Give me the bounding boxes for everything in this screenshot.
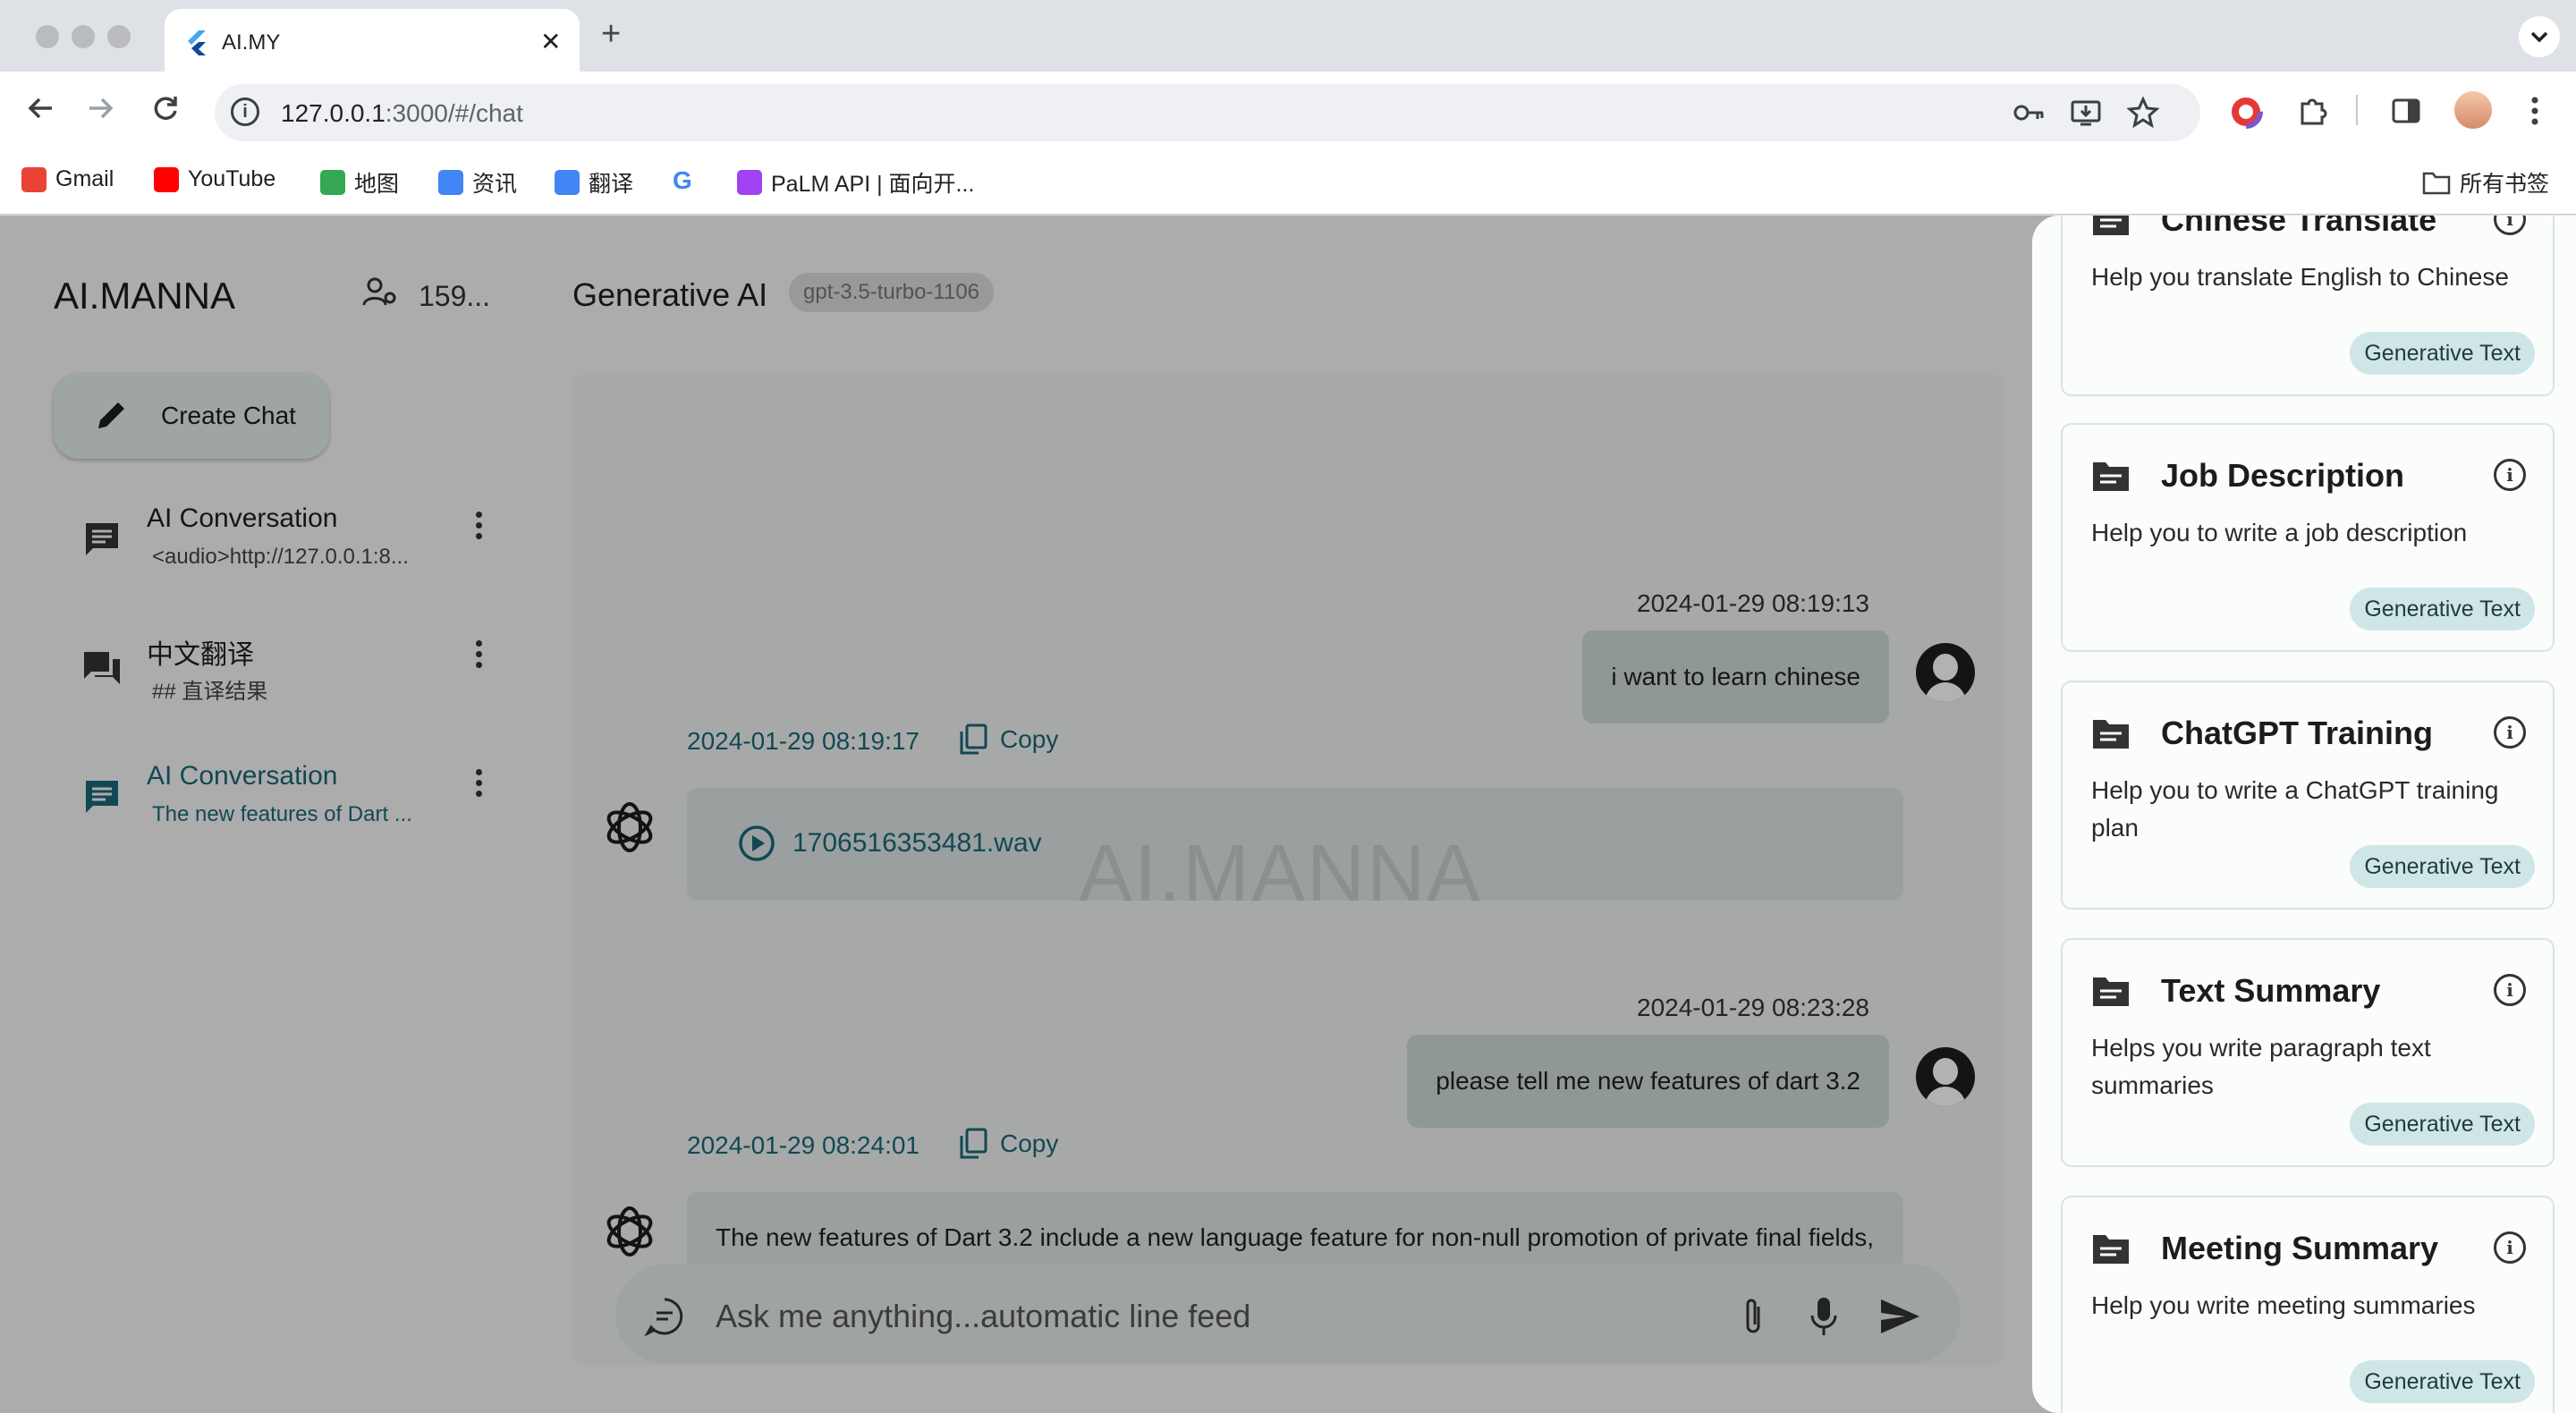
window-minimize-dot[interactable]: [72, 25, 95, 48]
gmail-icon: [21, 166, 47, 192]
document-icon: [2093, 462, 2129, 491]
info-icon[interactable]: i: [2494, 216, 2526, 235]
document-icon: [2093, 977, 2129, 1006]
prompt-card[interactable]: Chinese Translate i Help you translate E…: [2061, 216, 2555, 396]
prompt-description: Help you to write a job description: [2091, 519, 2468, 546]
prompt-card[interactable]: Job Description i Help you to write a jo…: [2061, 423, 2555, 652]
prompt-tag: Generative Text: [2350, 1103, 2535, 1146]
palm-icon: [737, 170, 762, 195]
site-info-icon[interactable]: i: [231, 97, 259, 126]
google-icon: G: [673, 166, 692, 194]
prompt-title: Chinese Translate: [2161, 216, 2437, 238]
prompt-title: Meeting Summary: [2161, 1230, 2439, 1266]
all-bookmarks[interactable]: 所有书签: [2422, 166, 2549, 199]
prompt-description: Help you write meeting summaries: [2091, 1291, 2476, 1319]
tab-search-button[interactable]: [2519, 16, 2560, 57]
info-icon[interactable]: i: [2494, 459, 2526, 491]
folder-icon: [2422, 172, 2451, 195]
prompt-description: Helps you write paragraph text summaries: [2091, 1034, 2431, 1099]
window-zoom-dot[interactable]: [107, 25, 131, 48]
prompt-tag: Generative Text: [2350, 1360, 2535, 1403]
maps-icon: [320, 170, 345, 195]
prompt-description: Help you to write a ChatGPT training pla…: [2091, 776, 2499, 842]
bookmarks-bar: Gmail YouTube 地图 资讯 翻译 G PaLM API | 面向开.…: [0, 152, 2576, 215]
info-icon[interactable]: i: [2494, 1231, 2526, 1264]
prompt-title: ChatGPT Training: [2161, 715, 2434, 751]
profile-avatar[interactable]: [2453, 89, 2494, 131]
prompt-card[interactable]: Text Summary i Helps you write paragraph…: [2061, 938, 2555, 1167]
prompt-drawer: Chinese Translate i Help you translate E…: [2032, 216, 2576, 1413]
browser-tab-bar: AI.MY ✕ +: [0, 0, 2576, 72]
extensions-puzzle-icon[interactable]: [2295, 95, 2329, 129]
flutter-favicon-icon: [188, 30, 206, 55]
key-icon[interactable]: [2012, 97, 2046, 129]
prompt-tag: Generative Text: [2350, 845, 2535, 888]
news-icon: [438, 170, 463, 195]
toolbar-divider: [2356, 95, 2358, 125]
address-bar[interactable]: i 127.0.0.1:3000/#/chat: [215, 84, 2200, 141]
document-icon: [2093, 216, 2129, 235]
browser-tab-active[interactable]: AI.MY ✕: [165, 9, 580, 72]
bookmark-news[interactable]: 资讯: [438, 166, 517, 199]
prompt-tag: Generative Text: [2350, 332, 2535, 375]
info-icon[interactable]: i: [2494, 716, 2526, 749]
browser-toolbar: i 127.0.0.1:3000/#/chat: [0, 72, 2576, 152]
color-extension-icon[interactable]: [2229, 95, 2263, 129]
bookmark-youtube[interactable]: YouTube: [154, 166, 275, 192]
youtube-icon: [154, 166, 179, 192]
back-arrow-icon[interactable]: [25, 93, 55, 123]
new-tab-button[interactable]: +: [601, 16, 621, 52]
document-icon: [2093, 720, 2129, 749]
prompt-title: Text Summary: [2161, 972, 2381, 1009]
prompt-card[interactable]: Meeting Summary i Help you write meeting…: [2061, 1196, 2555, 1413]
bookmark-gmail[interactable]: Gmail: [21, 166, 114, 192]
more-menu-icon[interactable]: [2528, 95, 2542, 127]
prompt-tag: Generative Text: [2350, 588, 2535, 630]
bookmark-translate[interactable]: 翻译: [555, 166, 633, 199]
side-panel-icon[interactable]: [2390, 95, 2422, 127]
document-icon: [2093, 1235, 2129, 1264]
install-app-icon[interactable]: [2070, 97, 2102, 129]
prompt-description: Help you translate English to Chinese: [2091, 263, 2509, 291]
bookmark-star-icon[interactable]: [2127, 97, 2159, 129]
tab-title: AI.MY: [222, 30, 281, 55]
tab-close-icon[interactable]: ✕: [540, 27, 561, 56]
prompt-card[interactable]: ChatGPT Training i Help you to write a C…: [2061, 681, 2555, 910]
reload-icon[interactable]: [150, 93, 181, 123]
info-icon[interactable]: i: [2494, 974, 2526, 1006]
window-close-dot[interactable]: [36, 25, 59, 48]
bookmark-google[interactable]: G: [673, 166, 692, 195]
translate-icon: [555, 170, 580, 195]
chevron-down-icon: [2530, 31, 2548, 43]
prompt-title: Job Description: [2161, 457, 2405, 494]
url-text: 127.0.0.1:3000/#/chat: [281, 99, 523, 127]
forward-arrow-icon[interactable]: [86, 93, 116, 123]
bookmark-palm-api[interactable]: PaLM API | 面向开...: [737, 166, 974, 199]
bookmark-maps[interactable]: 地图: [320, 166, 399, 199]
